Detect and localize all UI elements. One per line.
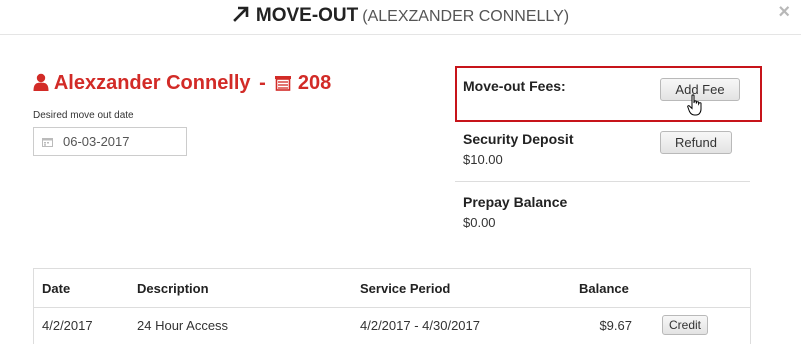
refund-button[interactable]: Refund [660, 131, 732, 154]
row-service-period: 4/2/2017 - 4/30/2017 [360, 318, 480, 333]
prepay-balance-label: Prepay Balance [463, 194, 568, 210]
column-header-description: Description [137, 281, 209, 296]
header-divider [34, 307, 750, 308]
tenant-line: Alexzander Connelly - 208 [33, 70, 331, 96]
tenant-name[interactable]: Alexzander Connelly [54, 72, 251, 94]
security-deposit-value: $10.00 [463, 152, 503, 167]
unit-number[interactable]: 208 [298, 72, 331, 94]
move-out-date-input[interactable]: 06-03-2017 [33, 127, 187, 156]
title-subtitle: (ALEXZANDER CONNELLY) [362, 8, 570, 25]
storage-unit-icon [275, 76, 292, 91]
calendar-icon [42, 138, 53, 147]
credit-button[interactable]: Credit [662, 315, 708, 335]
column-header-date: Date [42, 281, 71, 296]
user-icon [33, 73, 49, 91]
tenant-separator: - [259, 72, 266, 94]
hand-cursor-icon [687, 94, 702, 116]
close-button[interactable]: × [778, 2, 790, 22]
modal-title: MOVE-OUT (ALEXZANDER CONNELLY) [0, 4, 801, 29]
move-out-date-value: 06-03-2017 [63, 134, 130, 149]
charges-table: Date Description Service Period Balance … [33, 268, 751, 344]
column-header-balance: Balance [579, 281, 629, 296]
column-header-service-period: Service Period [360, 281, 451, 296]
modal-header: MOVE-OUT (ALEXZANDER CONNELLY) × [0, 0, 801, 35]
move-out-fees-label: Move-out Fees: [463, 78, 566, 94]
row-balance: $9.67 [599, 318, 632, 333]
section-divider [455, 181, 750, 182]
row-date: 4/2/2017 [42, 318, 93, 333]
row-description: 24 Hour Access [137, 318, 229, 333]
prepay-balance-value: $0.00 [463, 215, 496, 230]
move-out-date-label: Desired move out date [33, 110, 134, 121]
security-deposit-label: Security Deposit [463, 131, 574, 147]
title-text: MOVE-OUT [255, 5, 359, 26]
arrow-up-right-icon [233, 6, 249, 22]
